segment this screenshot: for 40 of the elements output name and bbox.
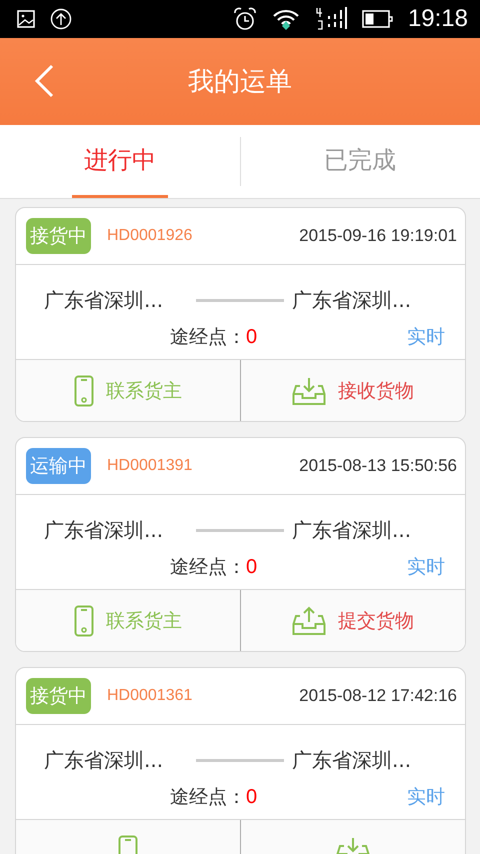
realtime-link[interactable]: 实时 (407, 554, 445, 580)
waypoints-count: 0 (246, 326, 258, 348)
status-tag: 接货中 (26, 218, 91, 254)
inbox-download-icon (292, 376, 326, 406)
destination-city: 广东省深圳... (292, 746, 412, 774)
destination-city: 广东省深圳... (292, 286, 412, 314)
realtime-link[interactable]: 实时 (407, 784, 445, 810)
battery-icon (362, 9, 394, 29)
order-number: HD0001391 (107, 457, 194, 475)
order-datetime: 2015-09-16 19:19:01 (299, 226, 457, 246)
status-tag: 运输中 (26, 448, 91, 484)
status-tag: 接货中 (26, 678, 91, 714)
order-datetime: 2015-08-12 17:42:16 (299, 686, 457, 706)
wifi-icon (272, 8, 300, 30)
waypoints-count: 0 (246, 556, 258, 578)
waypoints-label: 途经点： (170, 555, 246, 580)
phone-icon (74, 374, 94, 406)
image-icon (16, 9, 36, 29)
waypoints-label: 途经点： (170, 785, 246, 810)
signal-icon (314, 6, 348, 32)
receive-button[interactable]: 接收货物 (240, 360, 465, 421)
tab[interactable]: 进行中 (72, 125, 168, 198)
origin-city: 广东省深圳... (44, 746, 164, 774)
waypoints-count: 0 (246, 786, 258, 808)
order-datetime: 2015-08-13 15:50:56 (299, 456, 457, 476)
origin-city: 广东省深圳... (44, 286, 164, 314)
inbox-upload-icon (292, 606, 326, 636)
upload-icon (50, 8, 72, 30)
alarm-icon (232, 7, 258, 31)
clock-time: 19:18 (408, 5, 468, 33)
order-number: HD0001361 (107, 687, 194, 705)
tab[interactable]: 已完成 (312, 125, 408, 198)
order-number: HD0001926 (107, 227, 194, 245)
realtime-link[interactable]: 实时 (407, 324, 445, 350)
origin-city: 广东省深圳... (44, 516, 164, 544)
phone-icon (74, 604, 94, 636)
page-title: 我的运单 (188, 66, 292, 99)
destination-city: 广东省深圳... (292, 516, 412, 544)
waypoints-label: 途经点： (170, 325, 246, 350)
submit-button[interactable]: 提交货物 (240, 590, 465, 651)
